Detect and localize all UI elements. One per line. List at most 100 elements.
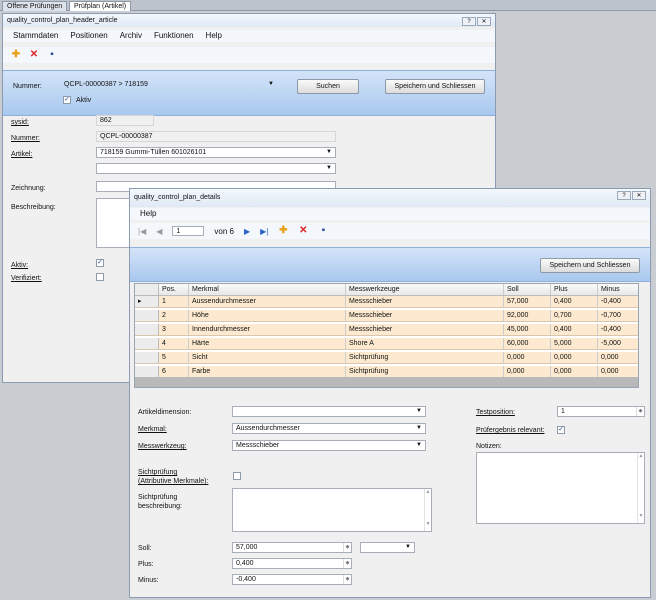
artikel-secondary-dropdown[interactable]: ▼: [96, 163, 336, 174]
record-position-input[interactable]: 1: [172, 226, 205, 236]
cell-pos[interactable]: 1: [159, 296, 189, 307]
save-icon[interactable]: ▪: [47, 50, 57, 60]
soll-spinner[interactable]: ◆: [343, 543, 351, 552]
cell-merkmal[interactable]: Innendurchmesser: [189, 324, 346, 335]
cell-merkmal[interactable]: Härte: [189, 338, 346, 349]
minus-input[interactable]: -0,400 ◆: [232, 574, 352, 585]
cell-minus[interactable]: -0,400: [598, 324, 638, 335]
notizen-textarea[interactable]: ▲ ▼: [476, 452, 645, 524]
column-header-soll[interactable]: Soll: [504, 284, 551, 295]
details-save-close-button[interactable]: Speichern und Schliessen: [540, 258, 640, 273]
menu-help[interactable]: Help: [206, 30, 222, 42]
cell-soll[interactable]: 0,000: [504, 352, 551, 363]
cell-pos[interactable]: 6: [159, 366, 189, 377]
merkmal-dropdown[interactable]: Aussendurchmesser ▼: [232, 423, 426, 434]
next-record-button[interactable]: ▶: [244, 227, 250, 236]
textarea-scrollbar[interactable]: ▲ ▼: [424, 489, 431, 531]
cell-soll[interactable]: 45,000: [504, 324, 551, 335]
cell-minus[interactable]: 0,000: [598, 366, 638, 377]
sichtpruefung-checkbox[interactable]: [233, 472, 241, 480]
close-button[interactable]: ✕: [477, 17, 491, 26]
cell-soll[interactable]: 0,000: [504, 366, 551, 377]
add-icon[interactable]: ✚: [278, 226, 288, 236]
column-header-plus[interactable]: Plus: [551, 284, 598, 295]
first-record-button[interactable]: |◀: [138, 227, 146, 236]
plus-input[interactable]: 0,400 ◆: [232, 558, 352, 569]
menu-positionen[interactable]: Positionen: [70, 30, 107, 42]
cell-minus[interactable]: -5,000: [598, 338, 638, 349]
cell-plus[interactable]: 0,400: [551, 324, 598, 335]
cell-merkmal[interactable]: Höhe: [189, 310, 346, 321]
table-row[interactable]: 5 Sicht Sichtprüfung 0,000 0,000 0,000: [135, 352, 638, 364]
testposition-input[interactable]: 1 ◆: [557, 406, 645, 417]
menu-help[interactable]: Help: [140, 208, 156, 220]
cell-messwerkzeug[interactable]: Shore A: [346, 338, 504, 349]
close-button[interactable]: ✕: [632, 191, 646, 200]
plus-spinner[interactable]: ◆: [343, 559, 351, 568]
table-row[interactable]: 3 Innendurchmesser Messschieber 45,000 0,400…: [135, 324, 638, 336]
cell-messwerkzeug[interactable]: Messschieber: [346, 296, 504, 307]
artikeldimension-dropdown[interactable]: ▼: [232, 406, 426, 417]
row-selector[interactable]: ▸: [135, 296, 159, 307]
soll-unit-dropdown[interactable]: ▼: [360, 542, 415, 553]
cell-pos[interactable]: 2: [159, 310, 189, 321]
cell-messwerkzeug[interactable]: Messschieber: [346, 324, 504, 335]
cell-merkmal[interactable]: Sicht: [189, 352, 346, 363]
tab-offene-pruefungen[interactable]: Offene Prüfungen: [2, 1, 68, 11]
cell-messwerkzeug[interactable]: Sichtprüfung: [346, 366, 504, 377]
cell-soll[interactable]: 60,000: [504, 338, 551, 349]
menu-funktionen[interactable]: Funktionen: [154, 30, 194, 42]
nummer-search-dropdown[interactable]: QCPL-00000387 > 718159 ▼: [61, 80, 277, 91]
cell-minus[interactable]: -0,400: [598, 296, 638, 307]
soll-input[interactable]: 57,000 ◆: [232, 542, 352, 553]
row-selector[interactable]: [135, 352, 159, 363]
cell-plus[interactable]: 0,000: [551, 366, 598, 377]
menu-archiv[interactable]: Archiv: [120, 30, 142, 42]
sichtpruefung-beschreibung-textarea[interactable]: ▲ ▼: [232, 488, 432, 532]
cell-soll[interactable]: 57,000: [504, 296, 551, 307]
cell-merkmal[interactable]: Aussendurchmesser: [189, 296, 346, 307]
table-row[interactable]: 4 Härte Shore A 60,000 5,000 -5,000: [135, 338, 638, 350]
save-close-button[interactable]: Speichern und Schliessen: [385, 79, 485, 94]
menu-stammdaten[interactable]: Stammdaten: [13, 30, 58, 42]
artikel-dropdown[interactable]: 718159 Gummi-Tüllen 601026101 ▼: [96, 147, 336, 158]
cell-plus[interactable]: 5,000: [551, 338, 598, 349]
cell-plus[interactable]: 0,000: [551, 352, 598, 363]
row-selector[interactable]: [135, 366, 159, 377]
cell-plus[interactable]: 0,700: [551, 310, 598, 321]
cell-messwerkzeug[interactable]: Sichtprüfung: [346, 352, 504, 363]
table-row[interactable]: 2 Höhe Messschieber 92,000 0,700 -0,700: [135, 310, 638, 322]
save-icon[interactable]: ▪: [318, 226, 328, 236]
cell-messwerkzeug[interactable]: Messschieber: [346, 310, 504, 321]
aktiv-checkbox[interactable]: ✓: [96, 259, 104, 267]
column-header-minus[interactable]: Minus: [598, 284, 638, 295]
row-selector[interactable]: [135, 324, 159, 335]
column-header-pos[interactable]: Pos.: [159, 284, 189, 295]
column-header-merkmal[interactable]: Merkmal: [189, 284, 346, 295]
cell-minus[interactable]: 0,000: [598, 352, 638, 363]
row-selector[interactable]: [135, 310, 159, 321]
minus-spinner[interactable]: ◆: [343, 575, 351, 584]
cell-plus[interactable]: 0,400: [551, 296, 598, 307]
add-icon[interactable]: ✚: [11, 50, 21, 60]
cell-pos[interactable]: 4: [159, 338, 189, 349]
pruefergebnis-checkbox[interactable]: ✓: [557, 426, 565, 434]
row-selector[interactable]: [135, 338, 159, 349]
aktiv-filter-checkbox[interactable]: ✓: [63, 96, 71, 104]
cell-pos[interactable]: 5: [159, 352, 189, 363]
delete-icon[interactable]: ✕: [298, 226, 308, 236]
tab-pruefplan-artikel[interactable]: Prüfplan (Artikel): [69, 1, 132, 11]
testposition-spinner[interactable]: ◆: [636, 407, 644, 416]
verifiziert-checkbox[interactable]: [96, 273, 104, 281]
help-button[interactable]: ?: [617, 191, 631, 200]
help-button[interactable]: ?: [462, 17, 476, 26]
table-row[interactable]: ▸ 1 Aussendurchmesser Messschieber 57,000 0,4…: [135, 296, 638, 308]
delete-icon[interactable]: ✕: [29, 50, 39, 60]
last-record-button[interactable]: ▶|: [260, 227, 268, 236]
cell-soll[interactable]: 92,000: [504, 310, 551, 321]
textarea-scrollbar[interactable]: ▲ ▼: [637, 453, 644, 523]
cell-merkmal[interactable]: Farbe: [189, 366, 346, 377]
cell-pos[interactable]: 3: [159, 324, 189, 335]
cell-minus[interactable]: -0,700: [598, 310, 638, 321]
prev-record-button[interactable]: ◀: [156, 227, 162, 236]
